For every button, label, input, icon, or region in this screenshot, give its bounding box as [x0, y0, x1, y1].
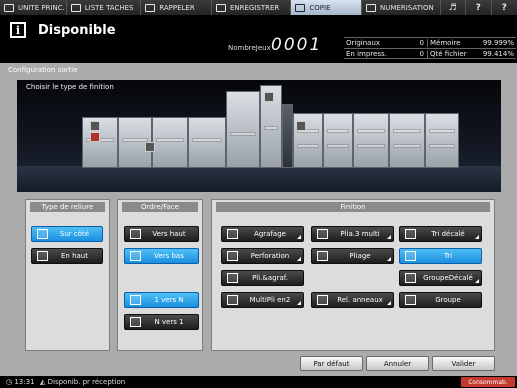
scene-label: Choisir le type de finition [26, 83, 114, 91]
machine-module [353, 113, 389, 168]
offset-group-icon [405, 273, 416, 283]
ring-binding-icon [317, 295, 328, 305]
section-title: Configuration sortie [8, 66, 78, 74]
tray-icon [145, 142, 155, 152]
top-navigation: UNITE PRINC. LISTE TACHES RAPPELER ENREG… [0, 0, 517, 15]
nombre-jeux-label: NombreJeux [228, 44, 271, 52]
order-face-panel: Ordre/Face Vers haut Vers bas 1 vers N N… [117, 199, 203, 351]
status-bar: ◷ 13:31 ◭ Disponib. pr réception Consomm… [0, 376, 517, 388]
tab-rappeler[interactable]: RAPPELER [141, 0, 212, 15]
validate-button[interactable]: Valider [432, 356, 495, 371]
face-up-icon [130, 229, 141, 239]
status-row-impression: En impress. 0 Qté fichier 99.414% [344, 48, 516, 59]
tri-fold-icon [317, 229, 328, 239]
options-corner-icon [471, 235, 479, 239]
punch-button[interactable]: Perforation [221, 248, 304, 264]
tray-icon [296, 121, 306, 131]
binding-panel: Type de reliure Sur côté En haut [25, 199, 110, 351]
machine-module [82, 117, 118, 168]
fold-staple-button[interactable]: Pli.&agraf. [221, 270, 304, 286]
multi-fold-button[interactable]: MultiPli en2 [221, 292, 304, 308]
fold-button[interactable]: Pliage [311, 248, 394, 264]
binding-top-button[interactable]: En haut [31, 248, 103, 264]
sort-icon [405, 251, 416, 261]
order-ascending-icon [130, 295, 141, 305]
fold-icon [317, 251, 328, 261]
machine-module [188, 117, 226, 168]
tab-copie[interactable]: COPIE [291, 0, 363, 15]
order-n-to-1-button[interactable]: N vers 1 [124, 314, 199, 330]
machine-module [389, 113, 425, 168]
copy-icon [295, 3, 306, 12]
options-corner-icon [383, 257, 391, 261]
order-1-to-n-button[interactable]: 1 vers N [124, 292, 199, 308]
options-corner-icon [471, 279, 479, 283]
staple-icon [227, 229, 238, 239]
nombre-jeux-value[interactable]: 0001 [271, 35, 322, 55]
stapling-button[interactable]: Agrafage [221, 226, 304, 242]
face-up-button[interactable]: Vers haut [124, 226, 199, 242]
binding-side-button[interactable]: Sur côté [31, 226, 103, 242]
tab-numerisation[interactable]: NUMERISATION [362, 0, 441, 15]
fold-staple-icon [227, 273, 238, 283]
offset-group-button[interactable]: GroupeDécalé [399, 270, 482, 286]
multi-fold-icon [227, 295, 238, 305]
side-binding-icon [37, 229, 48, 239]
options-corner-icon [383, 301, 391, 305]
consumables-alert-button[interactable]: Consommab. [461, 377, 515, 387]
machine-illustration: Choisir le type de finition [17, 80, 501, 192]
scan-icon [366, 3, 377, 12]
default-button[interactable]: Par défaut [300, 356, 363, 371]
punch-icon [227, 251, 238, 261]
home-icon [4, 3, 14, 12]
face-down-button[interactable]: Vers bas [124, 248, 199, 264]
options-corner-icon [293, 257, 301, 261]
save-icon [215, 3, 226, 12]
output-tray-icon [90, 132, 100, 142]
list-icon [70, 3, 81, 12]
machine-module [323, 113, 353, 168]
tray-icon [264, 92, 274, 102]
offset-sort-icon [405, 229, 416, 239]
finishing-panel-title: Finition [216, 202, 490, 212]
tab-liste-taches[interactable]: LISTE TACHES [66, 0, 142, 15]
printer-icon [90, 121, 100, 131]
ring-binding-button[interactable]: Rel. anneaux [311, 292, 394, 308]
status-table: Originaux 0 Mémoire 99.999% En impress. … [344, 37, 516, 59]
floor [17, 166, 501, 192]
status-row-originaux: Originaux 0 Mémoire 99.999% [344, 37, 516, 47]
order-descending-icon [130, 317, 141, 327]
group-button[interactable]: Groupe [399, 292, 482, 308]
tab-enregistrer[interactable]: ENREGISTRER [211, 0, 292, 15]
help2-button[interactable]: ? [491, 0, 517, 15]
header: i Disponible NombreJeux 0001 Originaux 0… [0, 15, 517, 63]
options-corner-icon [383, 235, 391, 239]
group-icon [405, 295, 416, 305]
status-message: ◭ Disponib. pr réception [40, 378, 126, 386]
options-corner-icon [293, 301, 301, 305]
machine-module [425, 113, 459, 168]
finishing-panel: Finition Agrafage Plia.3 multi Tri décal… [211, 199, 495, 351]
machine-module [152, 117, 188, 168]
cancel-button[interactable]: Annuler [366, 356, 429, 371]
recall-icon [145, 3, 156, 12]
volume-icon: ♬ [448, 2, 457, 13]
help-button[interactable]: ? [466, 0, 492, 15]
clock: ◷ 13:31 [6, 378, 35, 386]
machine-module [226, 91, 260, 168]
info-icon[interactable]: i [10, 22, 26, 38]
tri-fold-button[interactable]: Plia.3 multi [311, 226, 394, 242]
offset-sort-button[interactable]: Tri décalé [399, 226, 482, 242]
machine-module [282, 104, 293, 168]
top-binding-icon [37, 251, 48, 261]
output-config-panel: Configuration sortie Choisir le type de … [0, 63, 517, 376]
binding-panel-title: Type de reliure [30, 202, 105, 212]
sort-button[interactable]: Tri [399, 248, 482, 264]
machine-status: Disponible [38, 23, 116, 38]
tab-unite-princ[interactable]: UNITE PRINC. [0, 0, 67, 15]
volume-button[interactable]: ♬ [440, 0, 467, 15]
face-down-icon [130, 251, 141, 261]
order-face-panel-title: Ordre/Face [122, 202, 198, 212]
options-corner-icon [293, 235, 301, 239]
